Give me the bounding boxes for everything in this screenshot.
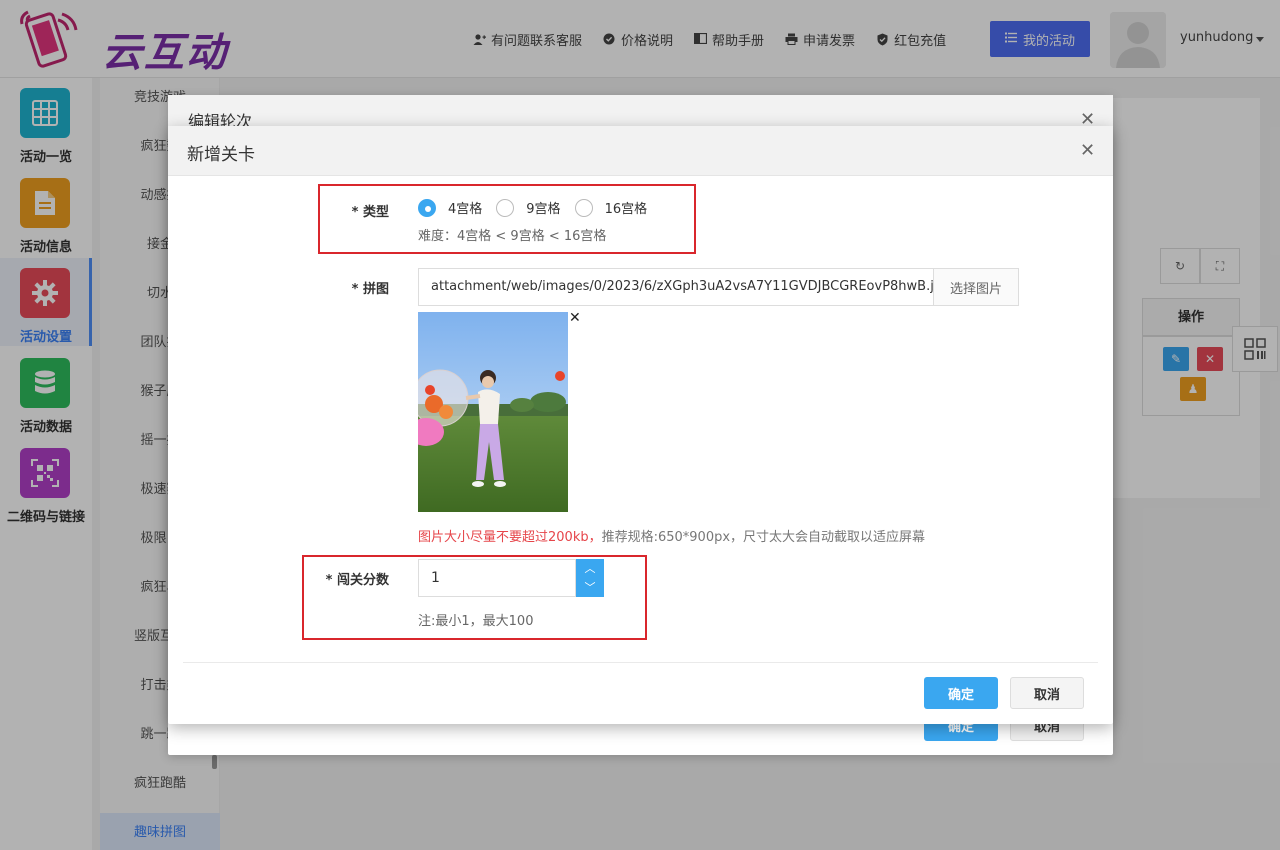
type-radio-9[interactable]: 9宫格 — [496, 198, 561, 217]
score-input[interactable]: 1 — [418, 559, 576, 597]
radio-unchecked-icon — [496, 198, 515, 217]
score-hint: 注:最小1，最大100 — [418, 614, 534, 629]
score-label: * 闯关分数 — [325, 573, 389, 588]
footer-divider — [183, 662, 1098, 663]
image-size-note: 图片大小尽量不要超过200kb，推荐规格:650*900px，尺寸太大会自动截取… — [418, 526, 925, 545]
radio-label: 4宫格 — [448, 202, 483, 217]
radio-label: 9宫格 — [526, 202, 561, 217]
radio-label: 16宫格 — [604, 202, 648, 217]
chevron-down-icon[interactable]: ﹀ — [576, 578, 604, 597]
puzzle-label: * 拼图 — [351, 282, 389, 297]
remove-image-icon[interactable]: ✕ — [569, 310, 581, 326]
type-radio-4[interactable]: 4宫格 — [418, 198, 482, 217]
type-radio-16[interactable]: 16宫格 — [574, 198, 648, 217]
chevron-up-icon[interactable]: ︿ — [576, 559, 604, 578]
difficulty-hint: 难度：4宫格 < 9宫格 < 16宫格 — [418, 229, 607, 244]
image-size-recommendation: 推荐规格:650*900px，尺寸太大会自动截取以适应屏幕 — [601, 530, 926, 545]
cancel-button[interactable]: 取消 — [1010, 677, 1084, 709]
add-level-dialog: 新增关卡 ✕ * 类型 4宫格 9宫格 16宫格 难度：4宫格 < 9宫格 < … — [168, 126, 1113, 724]
select-image-button[interactable]: 选择图片 — [933, 268, 1019, 306]
radio-checked-icon — [418, 198, 436, 217]
dialog-header — [168, 126, 1113, 176]
puzzle-path-input[interactable]: attachment/web/images/0/2023/6/zXGph3uA2… — [418, 268, 933, 306]
close-icon[interactable]: ✕ — [1080, 140, 1095, 161]
confirm-button[interactable]: 确定 — [924, 677, 998, 709]
type-radio-group: 4宫格 9宫格 16宫格 — [418, 198, 661, 217]
dialog-title: 新增关卡 — [187, 145, 255, 165]
type-label: * 类型 — [351, 205, 389, 220]
image-size-warning: 图片大小尽量不要超过200kb， — [418, 530, 602, 545]
score-stepper: ︿ ﹀ — [576, 559, 604, 597]
radio-unchecked-icon — [574, 198, 593, 217]
puzzle-preview-image — [418, 312, 568, 512]
